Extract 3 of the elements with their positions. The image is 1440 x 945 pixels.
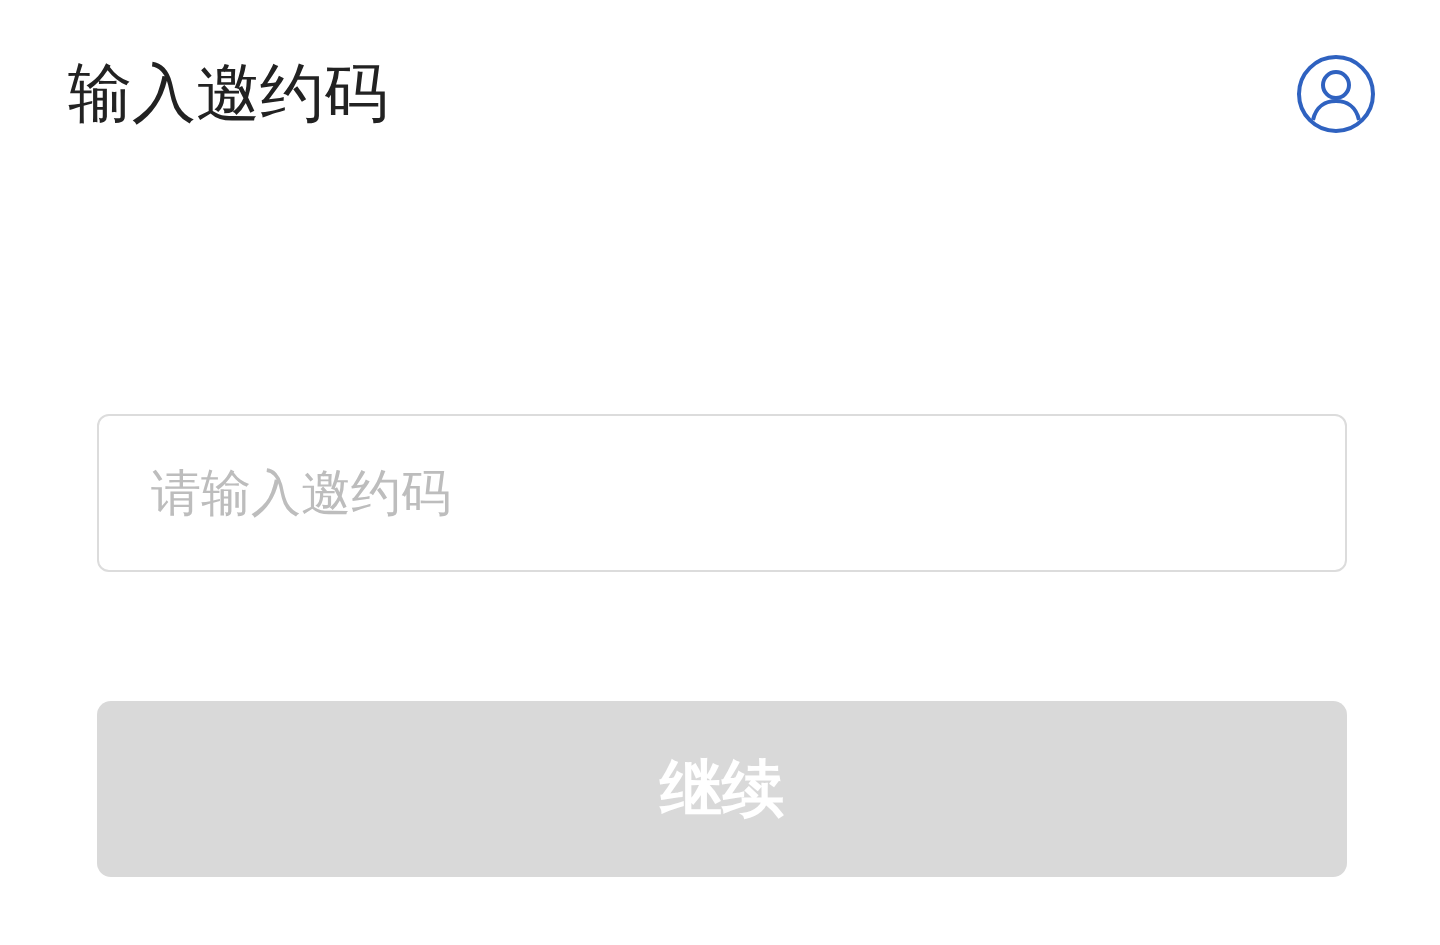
page-title: 输入邀约码 [68,55,388,132]
user-icon[interactable] [1296,54,1376,134]
invite-code-field[interactable]: 请输入邀约码 [97,414,1347,572]
